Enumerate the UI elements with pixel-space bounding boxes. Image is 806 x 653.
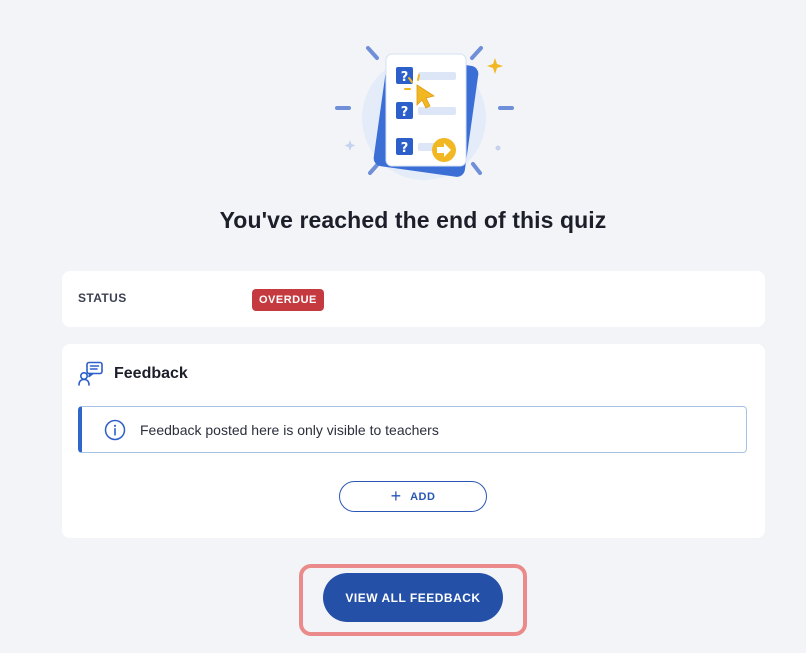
svg-text:?: ?: [401, 105, 409, 120]
add-button-label: ADD: [410, 490, 436, 503]
svg-text:?: ?: [401, 141, 409, 156]
plus-icon: +: [390, 486, 402, 506]
view-all-feedback-button[interactable]: VIEW ALL FEEDBACK: [323, 573, 503, 622]
add-feedback-button[interactable]: + ADD: [339, 481, 487, 512]
feedback-title: Feedback: [114, 365, 188, 382]
page-title: You've reached the end of this quiz: [219, 207, 607, 233]
feedback-card: Feedback Feedback posted here is only vi…: [62, 344, 765, 538]
status-card: STATUS OVERDUE: [62, 271, 765, 327]
info-text: Feedback posted here is only visible to …: [140, 421, 439, 438]
info-icon: [104, 419, 126, 441]
feedback-person-icon: [78, 361, 104, 387]
feedback-header: Feedback: [78, 360, 188, 388]
info-banner: Feedback posted here is only visible to …: [78, 406, 747, 453]
status-label: STATUS: [78, 291, 127, 305]
status-badge: OVERDUE: [252, 289, 324, 311]
quiz-complete-illustration: ? ? ?: [330, 38, 520, 188]
svg-text:?: ?: [401, 70, 409, 85]
